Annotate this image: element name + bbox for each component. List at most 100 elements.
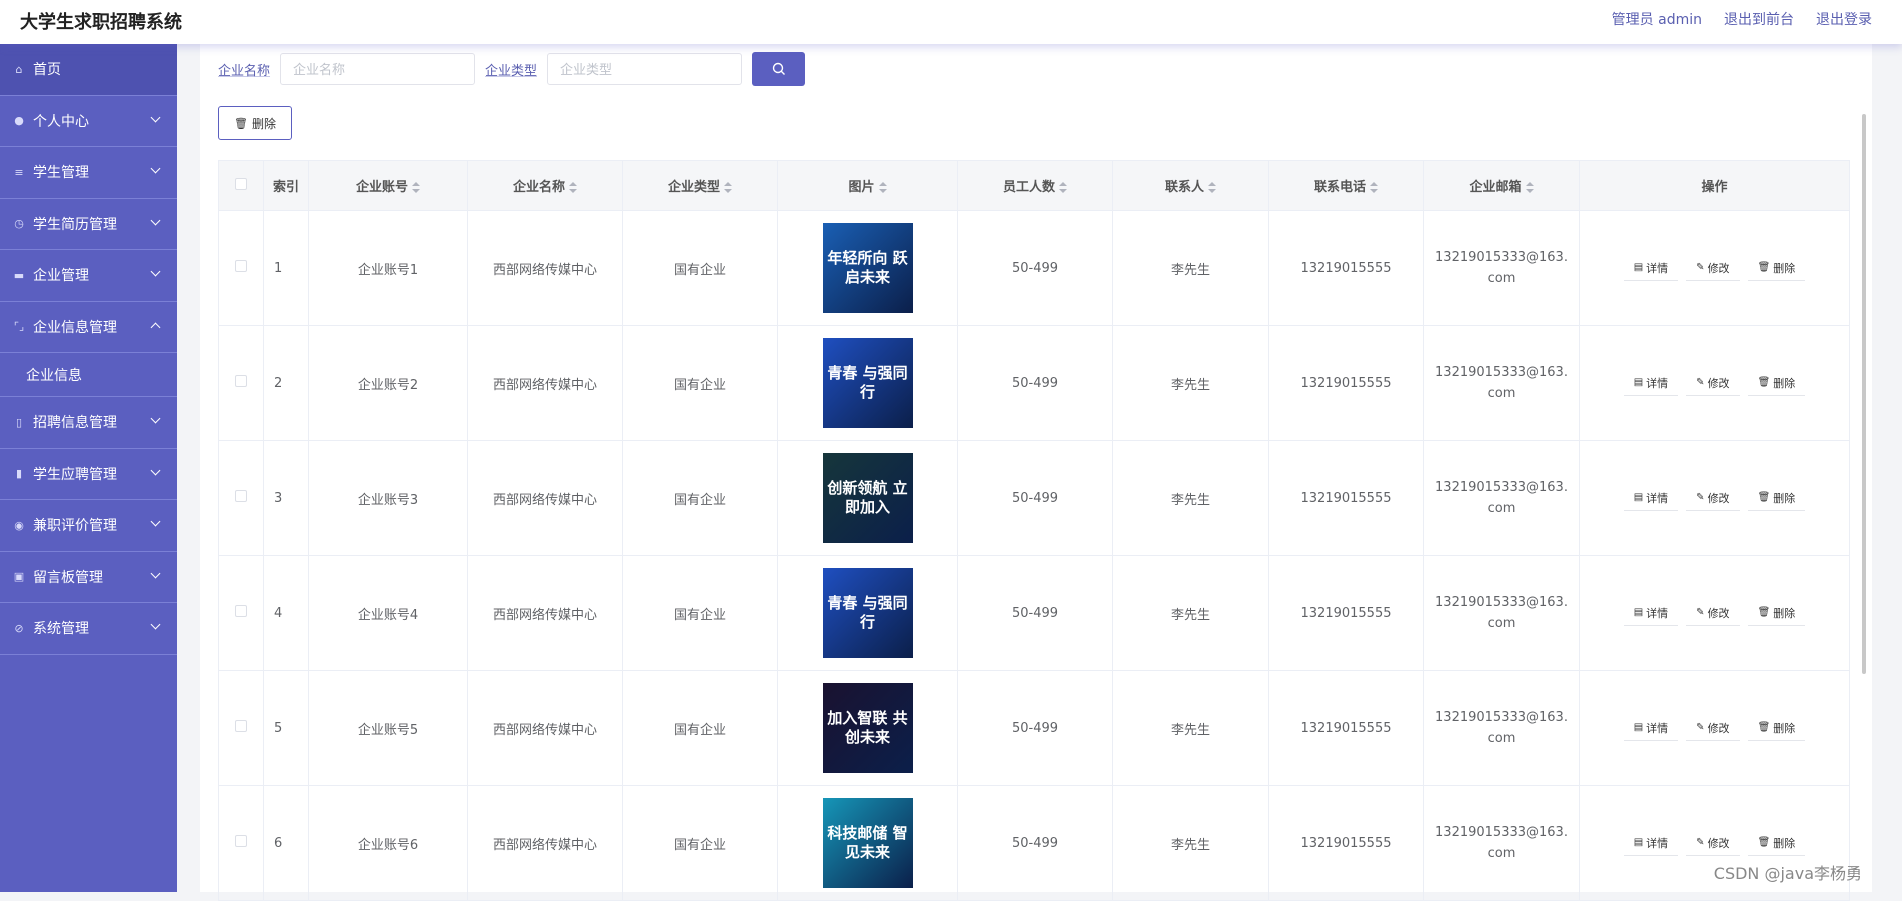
sidebar-item-company-info-management[interactable]: ⌜⌟ 企业信息管理 — [0, 302, 177, 354]
edit-button[interactable]: ✎修改 — [1686, 715, 1739, 741]
search-button[interactable] — [752, 52, 805, 86]
delete-button[interactable]: 🗑删除 — [1748, 370, 1806, 396]
row-email: 13219015333@163.com — [1424, 592, 1579, 634]
header-image[interactable]: 图片 — [778, 161, 958, 211]
sidebar-item-resume-management[interactable]: ◷ 学生简历管理 — [0, 199, 177, 251]
trash-icon: 🗑 — [1758, 607, 1771, 618]
detail-button[interactable]: ▤详情 — [1624, 370, 1678, 396]
sort-icon[interactable] — [879, 182, 887, 193]
header-phone[interactable]: 联系电话 — [1269, 161, 1424, 211]
watermark: CSDN @java李杨勇 — [1714, 860, 1862, 884]
clipboard-icon: ▣ — [12, 570, 26, 584]
sort-icon[interactable] — [1208, 182, 1216, 193]
sidebar-item-personal-center[interactable]: ● 个人中心 — [0, 96, 177, 148]
admin-user-label[interactable]: 管理员 admin — [1612, 9, 1702, 29]
sidebar-subitem-label: 企业信息 — [26, 365, 82, 385]
edit-button[interactable]: ✎修改 — [1686, 370, 1739, 396]
company-type-input[interactable] — [547, 53, 742, 85]
row-company-type: 国有企业 — [623, 786, 778, 901]
top-bar: 大学生求职招聘系统 管理员 admin 退出到前台 退出登录 — [0, 0, 1902, 44]
header-type[interactable]: 企业类型 — [623, 161, 778, 211]
row-select-cell[interactable] — [219, 326, 264, 441]
company-image: 科技邮储 智见未来 — [823, 798, 913, 888]
sidebar-item-label: 招聘信息管理 — [33, 412, 117, 432]
row-account: 企业账号2 — [309, 326, 468, 441]
delete-button[interactable]: 🗑删除 — [1748, 600, 1806, 626]
header-email[interactable]: 企业邮箱 — [1424, 161, 1580, 211]
delete-button[interactable]: 🗑删除 — [1748, 715, 1806, 741]
row-checkbox[interactable] — [235, 720, 247, 732]
header-staff[interactable]: 员工人数 — [958, 161, 1113, 211]
row-select-cell[interactable] — [219, 786, 264, 901]
row-email-cell: 13219015333@163.com — [1424, 671, 1580, 786]
row-select-cell[interactable] — [219, 671, 264, 786]
select-all-checkbox[interactable] — [235, 178, 247, 190]
sidebar-item-company-management[interactable]: ▬ 企业管理 — [0, 250, 177, 302]
company-name-input[interactable] — [280, 53, 475, 85]
row-checkbox[interactable] — [235, 375, 247, 387]
detail-button[interactable]: ▤详情 — [1624, 600, 1678, 626]
sort-icon[interactable] — [1059, 182, 1067, 193]
edit-button[interactable]: ✎修改 — [1686, 255, 1739, 281]
row-checkbox[interactable] — [235, 490, 247, 502]
select-all-cell[interactable] — [219, 161, 264, 211]
sort-icon[interactable] — [724, 182, 732, 193]
document-icon: ▤ — [1634, 492, 1643, 503]
sort-icon[interactable] — [412, 182, 420, 193]
row-index: 6 — [264, 786, 309, 901]
back-to-frontend-link[interactable]: 退出到前台 — [1724, 9, 1794, 29]
chevron-down-icon — [151, 568, 161, 578]
row-checkbox[interactable] — [235, 605, 247, 617]
sidebar-item-system-management[interactable]: ⊘ 系统管理 — [0, 603, 177, 655]
sidebar-item-review-management[interactable]: ◉ 兼职评价管理 — [0, 500, 177, 552]
chevron-down-icon — [151, 517, 161, 527]
row-index: 5 — [264, 671, 309, 786]
sidebar-item-label: 个人中心 — [33, 111, 89, 131]
edit-button[interactable]: ✎修改 — [1686, 485, 1739, 511]
delete-button[interactable]: 🗑删除 — [1748, 830, 1806, 856]
company-image: 创新领航 立即加入 — [823, 453, 913, 543]
sidebar-item-message-board[interactable]: ▣ 留言板管理 — [0, 552, 177, 604]
header-name[interactable]: 企业名称 — [468, 161, 623, 211]
delete-button[interactable]: 🗑删除 — [1748, 485, 1806, 511]
company-type-label: 企业类型 — [485, 60, 537, 79]
detail-button[interactable]: ▤详情 — [1624, 485, 1678, 511]
edit-button[interactable]: ✎修改 — [1686, 830, 1739, 856]
logout-link[interactable]: 退出登录 — [1816, 9, 1872, 29]
detail-button[interactable]: ▤详情 — [1624, 255, 1678, 281]
row-email: 13219015333@163.com — [1424, 707, 1579, 749]
batch-delete-button[interactable]: 🗑 删除 — [218, 106, 292, 140]
row-staff: 50-499 — [958, 211, 1113, 326]
delete-button[interactable]: 🗑删除 — [1748, 255, 1806, 281]
sidebar-item-student-management[interactable]: ≡ 学生管理 — [0, 147, 177, 199]
chevron-down-icon — [151, 215, 161, 225]
sort-icon[interactable] — [569, 182, 577, 193]
row-phone: 13219015555 — [1269, 671, 1424, 786]
sidebar-item-home[interactable]: ⌂ 首页 — [0, 44, 177, 96]
row-checkbox[interactable] — [235, 835, 247, 847]
sort-icon[interactable] — [1370, 182, 1378, 193]
row-checkbox[interactable] — [235, 260, 247, 272]
detail-button[interactable]: ▤详情 — [1624, 715, 1678, 741]
row-select-cell[interactable] — [219, 556, 264, 671]
sidebar-item-application-management[interactable]: ▮ 学生应聘管理 — [0, 449, 177, 501]
header-account[interactable]: 企业账号 — [309, 161, 468, 211]
sort-icon[interactable] — [1526, 182, 1534, 193]
row-select-cell[interactable] — [219, 441, 264, 556]
header-contact[interactable]: 联系人 — [1113, 161, 1269, 211]
detail-button[interactable]: ▤详情 — [1624, 830, 1678, 856]
clock-icon: ◷ — [12, 217, 26, 231]
edit-button[interactable]: ✎修改 — [1686, 600, 1739, 626]
trash-icon: 🗑 — [234, 117, 248, 130]
sidebar-subitem-company-info[interactable]: 企业信息 — [0, 353, 177, 397]
edit-icon: ✎ — [1696, 377, 1704, 388]
row-select-cell[interactable] — [219, 211, 264, 326]
row-actions: ▤详情 ✎修改 🗑删除 — [1580, 326, 1850, 441]
sidebar-item-label: 首页 — [33, 59, 61, 79]
trash-icon: 🗑 — [1758, 837, 1771, 848]
row-email-cell: 13219015333@163.com — [1424, 211, 1580, 326]
row-email-cell: 13219015333@163.com — [1424, 786, 1580, 901]
scrollbar[interactable] — [1862, 114, 1866, 674]
row-index: 2 — [264, 326, 309, 441]
sidebar-item-recruitment-management[interactable]: ▯ 招聘信息管理 — [0, 397, 177, 449]
